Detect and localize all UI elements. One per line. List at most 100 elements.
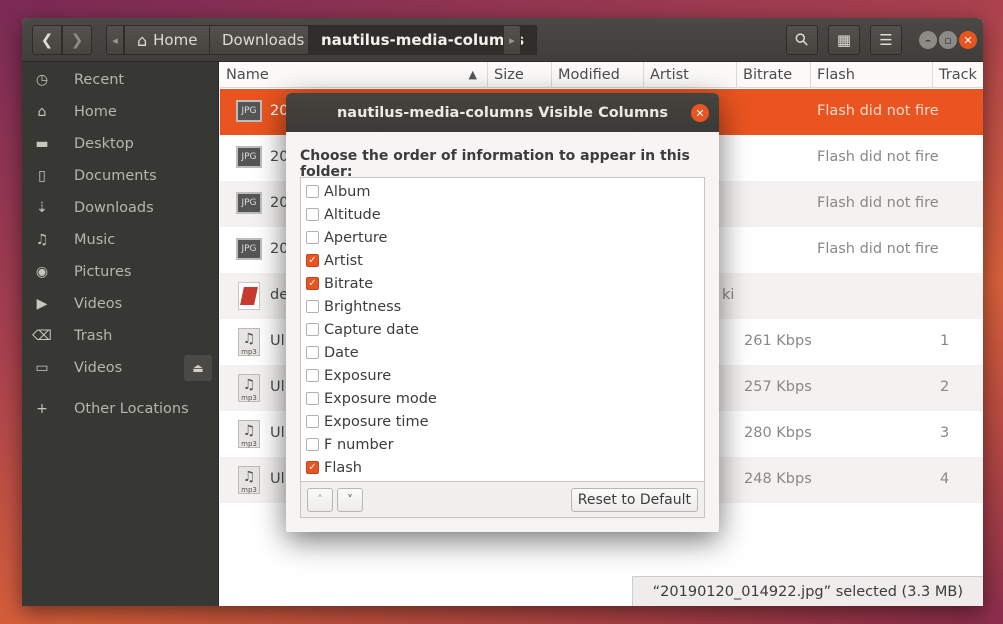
column-header-track[interactable]: Track [933, 62, 983, 88]
track-cell: 4 [940, 471, 949, 487]
status-bar: “20190120_014922.jpg” selected (3.3 MB) [632, 576, 983, 606]
checkbox[interactable]: ✓ [306, 277, 319, 290]
close-button[interactable]: ✕ [959, 31, 977, 49]
column-header-name[interactable]: Name ▲ [220, 62, 488, 88]
checkbox[interactable] [306, 346, 319, 359]
eject-button[interactable]: ⏏ [184, 355, 212, 381]
file-name: Ul [270, 471, 285, 487]
sidebar-item-downloads[interactable]: ⇣ Downloads [22, 194, 219, 222]
column-header-label: Track [939, 67, 977, 83]
column-header-bitrate[interactable]: Bitrate [737, 62, 811, 88]
maximize-icon: ▫ [944, 34, 951, 47]
checkbox[interactable] [306, 185, 319, 198]
sidebar-item-music[interactable]: ♫ Music [22, 226, 219, 254]
breadcrumb-home[interactable]: ⌂ Home [124, 25, 210, 55]
path-scroll-left-button[interactable]: ◂ [106, 25, 124, 55]
bitrate-cell: 257 Kbps [744, 379, 812, 395]
sidebar-item-label: Desktop [74, 136, 134, 152]
forward-button[interactable]: ❯ [62, 25, 92, 55]
forward-icon: ❯ [71, 31, 84, 49]
column-option-capture-date[interactable]: Capture date [301, 318, 701, 341]
search-button[interactable]: ⚲ [786, 25, 818, 55]
home-icon: ⌂ [34, 104, 50, 120]
column-option-artist[interactable]: ✓ Artist [301, 249, 701, 272]
checkbox[interactable] [306, 300, 319, 313]
menu-icon: ☰ [879, 31, 892, 49]
column-options-list: Album Altitude Aperture ✓ Artist ✓ Bitra… [300, 177, 705, 482]
sidebar-item-label: Videos [74, 360, 122, 376]
column-option-altitude[interactable]: Altitude [301, 203, 701, 226]
checkbox[interactable]: ✓ [306, 461, 319, 474]
checkbox[interactable] [306, 392, 319, 405]
sidebar-item-label: Pictures [74, 264, 131, 280]
checkbox[interactable] [306, 323, 319, 336]
reset-to-default-button[interactable]: Reset to Default [571, 488, 698, 512]
column-option-exposure-time[interactable]: Exposure time [301, 410, 701, 433]
sidebar-item-recent[interactable]: ◷ Recent [22, 66, 219, 94]
checkbox[interactable] [306, 369, 319, 382]
right-arrow-icon: ▸ [509, 34, 515, 47]
track-cell: 1 [940, 333, 949, 349]
eject-icon: ⏏ [192, 361, 203, 375]
file-name: Ul [270, 425, 285, 441]
column-header-artist[interactable]: Artist [644, 62, 737, 88]
breadcrumb-label: Downloads [222, 31, 304, 49]
column-header-modified[interactable]: Modified [552, 62, 644, 88]
video-icon: ▶ [34, 296, 50, 312]
file-name: Ul [270, 333, 285, 349]
sidebar-item-trash[interactable]: ⌫ Trash [22, 322, 219, 350]
file-name: Ul [270, 379, 285, 395]
option-label: Bitrate [324, 276, 373, 292]
column-header-flash[interactable]: Flash [811, 62, 933, 88]
move-down-button[interactable]: ˅ [337, 488, 363, 512]
column-header-label: Flash [817, 67, 855, 83]
visible-columns-dialog: nautilus-media-columns Visible Columns ✕… [286, 93, 719, 532]
column-option-date[interactable]: Date [301, 341, 701, 364]
sidebar-item-documents[interactable]: ▯ Documents [22, 162, 219, 190]
option-label: Altitude [324, 207, 381, 223]
checkbox[interactable] [306, 208, 319, 221]
sidebar-item-pictures[interactable]: ◉ Pictures [22, 258, 219, 286]
bitrate-cell: 248 Kbps [744, 471, 812, 487]
column-option-exposure-mode[interactable]: Exposure mode [301, 387, 701, 410]
path-scroll-right-button[interactable]: ▸ [503, 25, 521, 55]
sidebar-item-videos-drive[interactable]: ▭ Videos ⏏ [22, 354, 219, 382]
menu-button[interactable]: ☰ [870, 25, 902, 55]
checkbox[interactable] [306, 438, 319, 451]
option-label: Exposure [324, 368, 391, 384]
minimize-button[interactable]: – [919, 31, 937, 49]
chevron-up-icon: ˄ [317, 493, 323, 507]
jpg-file-icon: JPG [236, 238, 262, 260]
sidebar-item-home[interactable]: ⌂ Home [22, 98, 219, 126]
sidebar-item-other-locations[interactable]: + Other Locations [22, 395, 219, 423]
sidebar-item-videos[interactable]: ▶ Videos [22, 290, 219, 318]
column-header-label: Name [226, 67, 269, 83]
flash-cell: Flash did not fire [817, 195, 939, 211]
column-option-aperture[interactable]: Aperture [301, 226, 701, 249]
checkbox[interactable]: ✓ [306, 254, 319, 267]
breadcrumb-label: nautilus-media-columns [321, 31, 524, 49]
search-icon: ⚲ [791, 29, 814, 52]
column-option-bitrate[interactable]: ✓ Bitrate [301, 272, 701, 295]
option-label: Aperture [324, 230, 387, 246]
view-toggle-button[interactable]: ▦ [828, 25, 860, 55]
flash-cell: Flash did not fire [817, 103, 939, 119]
column-option-flash[interactable]: ✓ Flash [301, 456, 701, 479]
maximize-button[interactable]: ▫ [939, 31, 957, 49]
dialog-title: nautilus-media-columns Visible Columns [337, 105, 668, 121]
column-option-exposure[interactable]: Exposure [301, 364, 701, 387]
column-option-album[interactable]: Album [301, 180, 701, 203]
column-header-size[interactable]: Size [488, 62, 552, 88]
back-button[interactable]: ❮ [32, 25, 62, 55]
move-up-button[interactable]: ˄ [307, 488, 333, 512]
checkbox[interactable] [306, 231, 319, 244]
checkbox[interactable] [306, 415, 319, 428]
flash-cell: Flash did not fire [817, 149, 939, 165]
dialog-close-button[interactable]: ✕ [691, 104, 709, 122]
column-option-f-number[interactable]: F number [301, 433, 701, 456]
back-icon: ❮ [41, 31, 54, 49]
breadcrumb-downloads[interactable]: Downloads [209, 25, 317, 55]
sidebar-item-desktop[interactable]: ▬ Desktop [22, 130, 219, 158]
folder-icon: ▬ [34, 136, 50, 152]
column-option-brightness[interactable]: Brightness [301, 295, 701, 318]
